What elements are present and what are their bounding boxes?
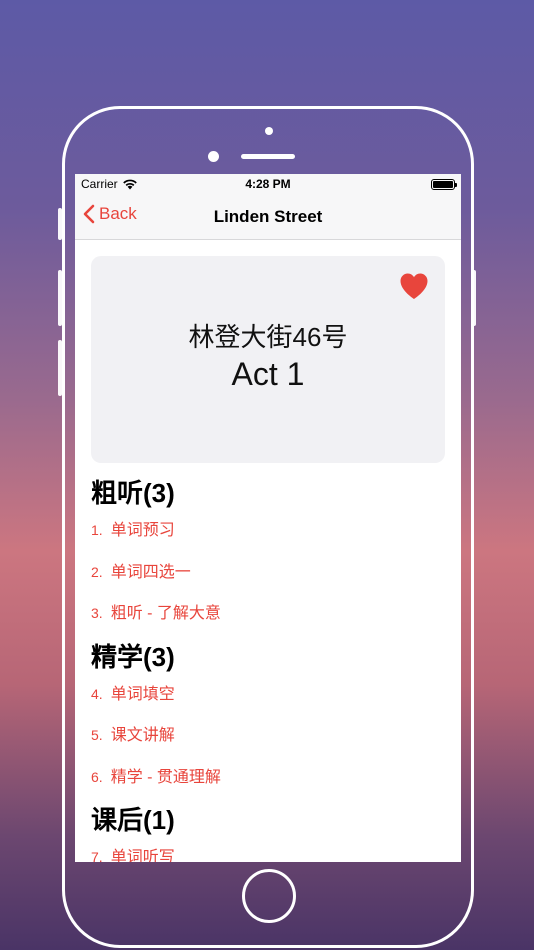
lesson-list: 7. 单词听写 [91, 843, 445, 862]
lesson-item-intensive-study[interactable]: 6. 精学 - 贯通理解 [91, 763, 445, 805]
lesson-number: 2. [91, 563, 103, 580]
earpiece-speaker [241, 154, 295, 159]
lesson-label: 粗听 - 了解大意 [110, 605, 221, 622]
home-button[interactable] [242, 869, 296, 923]
page-title: Linden Street [213, 207, 323, 226]
lesson-item-dictation[interactable]: 7. 单词听写 [91, 843, 445, 862]
section-title: 精学(3) [91, 641, 175, 672]
device-screen: Carrier 4:28 PM Back Linden Street 林登大街4… [75, 174, 461, 862]
lesson-item-text-explain[interactable]: 5. 课文讲解 [91, 721, 445, 763]
lesson-title-act: Act 1 [231, 355, 305, 392]
lesson-list: 4. 单词填空 5. 课文讲解 6. 精学 - 贯通理解 [91, 680, 445, 805]
front-camera [208, 151, 219, 162]
lesson-label: 单词填空 [110, 685, 175, 703]
section-listening: 粗听(3) 1. 单词预习 2. 单词四选一 3. 粗听 - 了解大意 [91, 473, 445, 641]
heart-icon[interactable] [399, 272, 429, 300]
lesson-title-chinese: 林登大街46号 [188, 321, 348, 352]
lesson-number: 1. [91, 522, 103, 538]
volume-down-button [58, 340, 62, 396]
battery-icon [431, 179, 457, 190]
lesson-label: 单词听写 [110, 849, 175, 862]
power-button [472, 270, 476, 326]
lesson-content: 林登大街46号 Act 1 粗听(3) 1. 单词预习 2. 单词四选一 3. … [75, 240, 461, 862]
lesson-number: 3. [91, 605, 103, 621]
lesson-number: 5. [91, 727, 103, 743]
section-title: 课后(1) [91, 805, 175, 835]
navigation-bar: Back Linden Street [75, 194, 461, 240]
lesson-label: 单词四选一 [110, 563, 191, 581]
lesson-list: 1. 单词预习 2. 单词四选一 3. 粗听 - 了解大意 [91, 516, 445, 641]
lesson-label: 精学 - 贯通理解 [110, 768, 221, 786]
section-intensive: 精学(3) 4. 单词填空 5. 课文讲解 6. 精学 - 贯通理解 [91, 637, 445, 805]
lesson-label: 单词预习 [110, 522, 175, 539]
status-bar: Carrier 4:28 PM [75, 174, 461, 194]
section-after-class: 课后(1) 7. 单词听写 [91, 800, 445, 862]
lesson-number: 6. [91, 768, 103, 785]
lesson-item-rough-listening[interactable]: 3. 粗听 - 了解大意 [91, 599, 445, 641]
lesson-number: 4. [91, 685, 103, 702]
lesson-item-vocab-preview[interactable]: 1. 单词预习 [91, 516, 445, 558]
lesson-item-vocab-choice[interactable]: 2. 单词四选一 [91, 558, 445, 600]
section-title: 粗听(3) [91, 478, 175, 508]
mute-switch [58, 208, 62, 240]
status-time: 4:28 PM [245, 177, 291, 191]
lesson-number: 7. [91, 849, 103, 862]
lesson-label: 课文讲解 [110, 727, 175, 744]
volume-up-button [58, 270, 62, 326]
lesson-header-card: 林登大街46号 Act 1 [91, 256, 445, 463]
lesson-item-fill-blank[interactable]: 4. 单词填空 [91, 680, 445, 722]
proximity-sensor [265, 127, 273, 135]
